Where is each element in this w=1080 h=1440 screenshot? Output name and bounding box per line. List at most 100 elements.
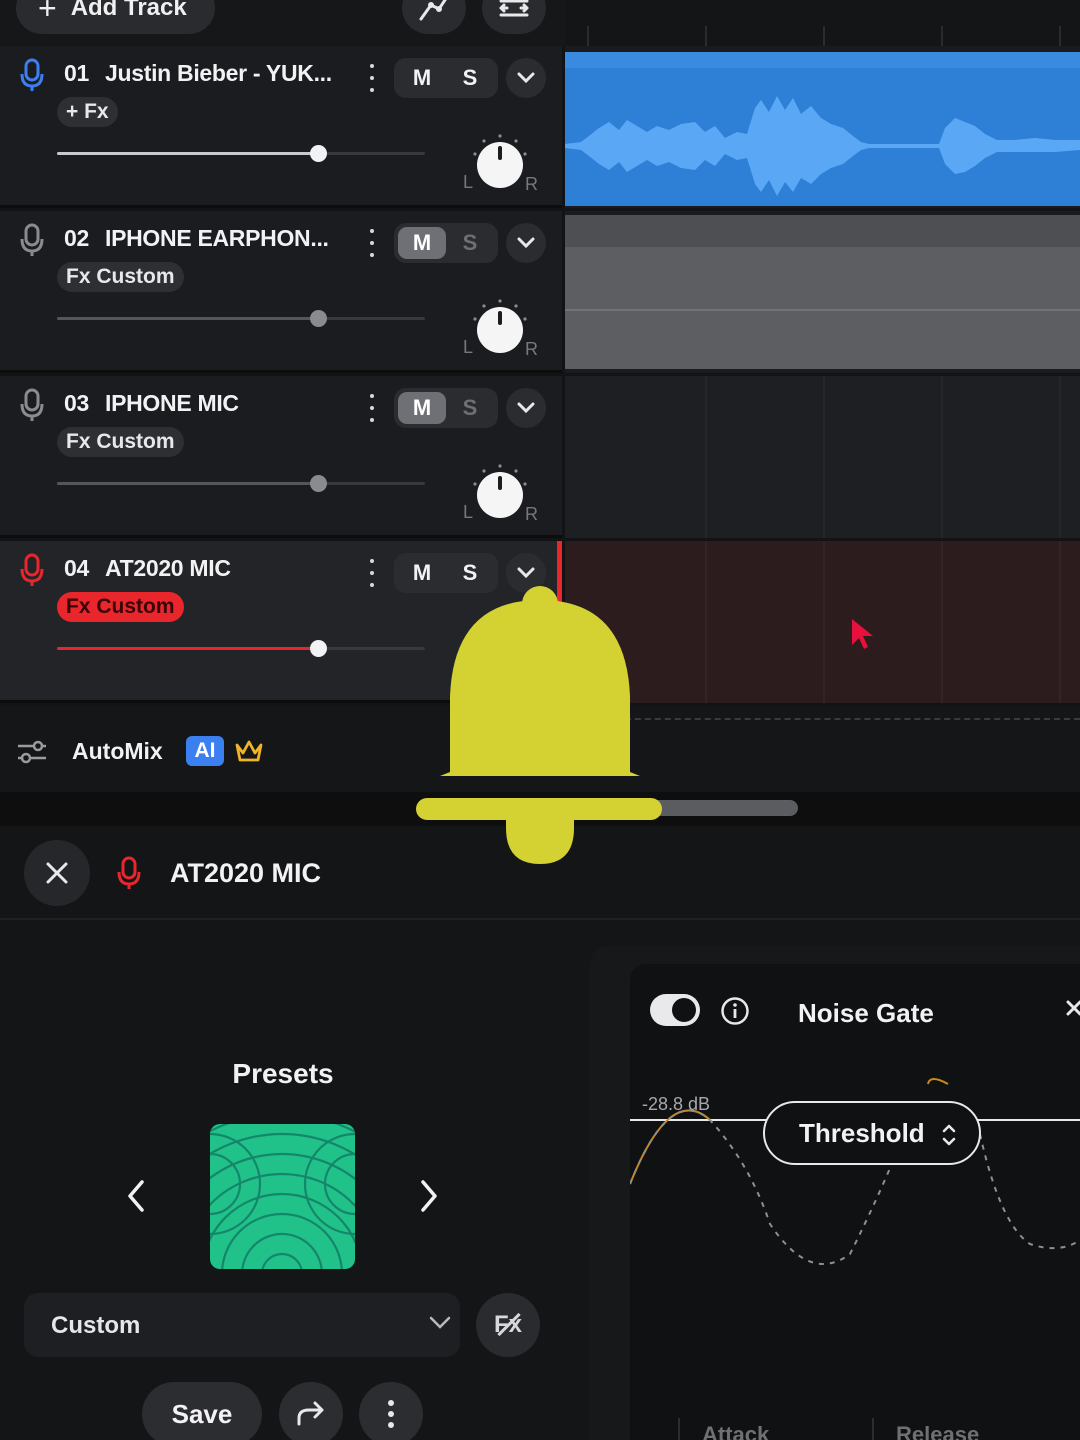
threshold-control[interactable]: Threshold (763, 1101, 981, 1165)
automation-button[interactable] (402, 0, 466, 34)
track-menu-icon[interactable] (364, 64, 380, 92)
track-lane-2[interactable] (565, 211, 1080, 373)
previous-preset-button[interactable] (121, 1176, 151, 1216)
track-row-2[interactable]: 02 IPHONE EARPHON... Fx Custom M S LR (0, 211, 562, 373)
up-down-arrows-icon (942, 1124, 956, 1146)
crown-icon (235, 740, 263, 762)
track-title[interactable]: 03 IPHONE MIC (64, 390, 239, 417)
close-icon[interactable] (1064, 998, 1080, 1020)
microphone-icon (20, 388, 44, 421)
track-menu-icon[interactable] (364, 559, 380, 587)
track-title[interactable]: 02 IPHONE EARPHON... (64, 225, 329, 252)
mouse-cursor-icon (852, 619, 873, 649)
mute-button[interactable]: M (398, 557, 446, 589)
panel-track-name: AT2020 MIC (170, 858, 322, 888)
preset-artwork[interactable] (210, 1124, 355, 1269)
fx-chip[interactable]: + Fx (57, 97, 118, 127)
track-lane-1[interactable] (565, 46, 1080, 208)
chevron-down-icon (517, 72, 535, 84)
top-toolbar: + Add Track (0, 0, 1080, 46)
volume-fader-thumb[interactable] (310, 310, 328, 327)
pan-knob[interactable]: LR (462, 464, 542, 530)
save-preset-button[interactable]: Save (142, 1382, 262, 1440)
fx-chip[interactable]: Fx Custom (57, 262, 184, 292)
track-expand-button[interactable] (506, 58, 546, 98)
fx-chip[interactable]: Fx Custom (57, 592, 184, 622)
solo-button[interactable]: S (446, 62, 494, 94)
track-menu-icon[interactable] (364, 229, 380, 257)
mute-button[interactable]: M (398, 227, 446, 259)
microphone-icon (20, 553, 44, 586)
solo-button[interactable]: S (446, 227, 494, 259)
track-fx-panel: AT2020 MIC Presets Custom Fx Save No (0, 826, 1080, 1440)
add-track-label: Add Track (70, 0, 187, 21)
chevron-down-icon (517, 402, 535, 414)
volume-fader[interactable] (57, 475, 425, 492)
microphone-icon (117, 856, 141, 889)
bell-icon (416, 586, 662, 864)
pan-knob[interactable]: LR (462, 134, 542, 200)
mute-solo-group: M S (394, 388, 498, 428)
chevron-right-icon (421, 1180, 437, 1212)
add-track-button[interactable]: + Add Track (16, 0, 215, 34)
noise-gate-module: Noise Gate -28.8 dB Threshold Attack Rel… (630, 964, 1080, 1440)
threshold-db-readout: -28.8 dB (642, 1094, 711, 1114)
presets-heading: Presets (232, 1058, 334, 1089)
volume-fader[interactable] (57, 310, 425, 327)
more-options-button[interactable] (359, 1382, 423, 1440)
track-row-3[interactable]: 03 IPHONE MIC Fx Custom M S LR (0, 376, 562, 538)
expand-horizontal-icon (499, 0, 529, 17)
track-menu-icon[interactable] (364, 394, 380, 422)
info-icon[interactable] (720, 996, 750, 1026)
track-title[interactable]: 01 Justin Bieber - YUK... (64, 60, 332, 87)
next-preset-button[interactable] (414, 1176, 444, 1216)
solo-button[interactable]: S (446, 557, 494, 589)
waveform (565, 96, 1080, 196)
chevron-down-icon (517, 567, 535, 579)
track-expand-button[interactable] (506, 223, 546, 263)
microphone-icon (20, 223, 44, 256)
preset-dropdown[interactable]: Custom (24, 1293, 460, 1357)
plus-icon: + (38, 0, 57, 26)
volume-fader[interactable] (57, 145, 425, 162)
mute-solo-group: M S (394, 58, 498, 98)
microphone-icon (20, 58, 44, 91)
scale-pattern-image (210, 1124, 355, 1269)
close-panel-button[interactable] (24, 840, 90, 906)
volume-fader-thumb[interactable] (310, 475, 328, 492)
close-icon (46, 862, 68, 884)
volume-fader-thumb[interactable] (310, 640, 328, 657)
automation-curve-icon (419, 0, 447, 21)
track-title[interactable]: 04 AT2020 MIC (64, 555, 231, 582)
track-lane-3[interactable] (565, 376, 1080, 538)
solo-button[interactable]: S (446, 392, 494, 424)
threshold-label: Threshold (799, 1117, 925, 1148)
effect-card: Noise Gate -28.8 dB Threshold Attack Rel… (590, 946, 1080, 1440)
audio-clip[interactable] (565, 215, 1080, 369)
automix-button[interactable]: AutoMix (72, 738, 163, 765)
volume-fader[interactable] (57, 640, 425, 657)
effect-enable-toggle[interactable] (650, 994, 700, 1026)
chevron-left-icon (128, 1180, 144, 1212)
mute-solo-group: M S (394, 223, 498, 263)
track-row-1[interactable]: 01 Justin Bieber - YUK... + Fx M S LR (0, 46, 562, 208)
audio-clip[interactable] (565, 52, 1080, 206)
share-button[interactable] (279, 1382, 343, 1440)
mute-button[interactable]: M (398, 62, 446, 94)
volume-fader-thumb[interactable] (310, 145, 328, 162)
pan-knob[interactable]: LR (462, 299, 542, 365)
chevron-down-icon (517, 237, 535, 249)
more-vertical-icon (388, 1400, 394, 1428)
bypass-fx-button[interactable]: Fx (476, 1293, 540, 1357)
chevron-down-icon (429, 1316, 451, 1329)
track-expand-button[interactable] (506, 388, 546, 428)
attack-label[interactable]: Attack (702, 1422, 769, 1440)
share-arrow-icon (297, 1401, 324, 1426)
fit-width-button[interactable] (482, 0, 546, 34)
timeline-ruler[interactable] (565, 0, 1080, 46)
effect-name: Noise Gate (798, 998, 934, 1028)
release-label[interactable]: Release (896, 1422, 979, 1440)
fx-chip[interactable]: Fx Custom (57, 427, 184, 457)
mute-button[interactable]: M (398, 392, 446, 424)
ai-badge: AI (186, 736, 224, 766)
